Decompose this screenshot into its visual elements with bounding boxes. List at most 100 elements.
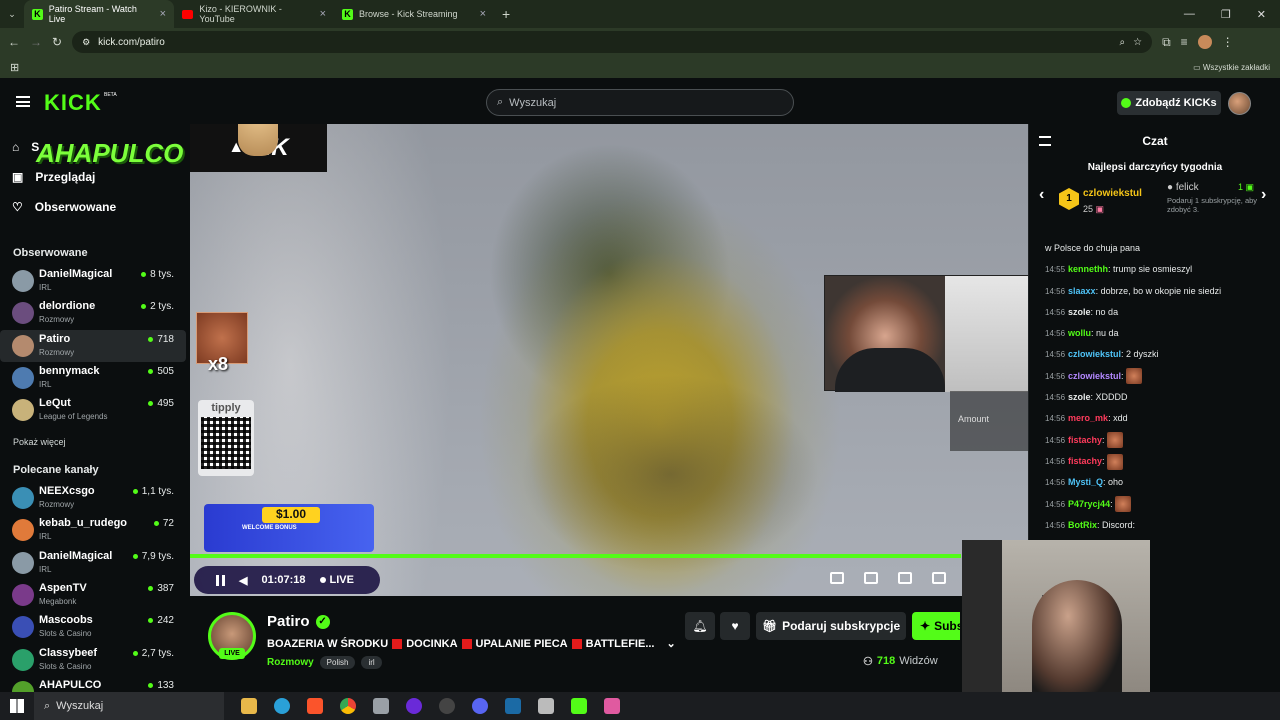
brave-icon[interactable]	[307, 698, 323, 714]
collapse-chat-icon[interactable]	[1039, 136, 1051, 146]
apps-grid-icon[interactable]: ⊞	[10, 61, 19, 74]
chevron-right-icon[interactable]: ›	[1261, 186, 1266, 204]
clip-icon[interactable]	[830, 572, 844, 584]
tab-browse-kick[interactable]: K Browse - Kick Streaming ×	[334, 0, 494, 28]
volume-icon[interactable]: ◀	[239, 574, 247, 587]
url-field[interactable]: ⚙ kick.com/patiro ⌕ ☆	[72, 31, 1153, 53]
bookmark-star-icon[interactable]: ☆	[1133, 37, 1142, 48]
viewer-count: 718	[148, 334, 174, 345]
chat-username[interactable]: fistachy	[1068, 435, 1102, 445]
chevron-left-icon[interactable]: ‹	[1039, 186, 1044, 204]
discord-icon[interactable]	[472, 698, 488, 714]
chevron-down-icon[interactable]: ⌄	[667, 637, 676, 650]
edge-icon[interactable]	[274, 698, 290, 714]
windows-start-icon[interactable]	[10, 699, 24, 713]
tag-polish[interactable]: Polish	[319, 656, 356, 669]
tab-youtube[interactable]: Kizo - KIEROWNIK - YouTube ×	[174, 0, 334, 28]
chat-message: 14:56 szole: XDDDD	[1045, 387, 1277, 408]
theater-mode-icon[interactable]	[898, 572, 912, 584]
kick-app-icon[interactable]	[571, 698, 587, 714]
gifter-name[interactable]: ● felick	[1167, 182, 1199, 193]
media-icon[interactable]: ≡	[1181, 35, 1188, 49]
menu-icon[interactable]: ⋮	[1222, 35, 1234, 49]
settings-icon[interactable]	[864, 572, 878, 584]
chrome-icon[interactable]	[340, 698, 356, 714]
obs-icon[interactable]	[406, 698, 422, 714]
kick-logo[interactable]: KICK	[44, 90, 102, 116]
sidebar-channel-danielmagical[interactable]: DanielMagical IRL 7,9 tys.	[0, 547, 186, 579]
chat-timestamp: 14:56	[1045, 307, 1066, 317]
app-icon[interactable]	[604, 698, 620, 714]
get-kicks-button[interactable]: Zdobądź KICKs	[1117, 91, 1221, 115]
chat-username[interactable]: slaaxx	[1068, 286, 1096, 296]
chat-username[interactable]: wollu	[1068, 328, 1091, 338]
sidebar-channel-aspentv[interactable]: AspenTV Megabonk 387	[0, 579, 186, 611]
chat-username[interactable]: fistachy	[1068, 456, 1102, 466]
chat-username[interactable]: czlowiekstul	[1068, 371, 1121, 381]
streamer-name[interactable]: Patiro ✓	[267, 613, 330, 630]
chat-username[interactable]: kennethh	[1068, 264, 1108, 274]
user-avatar[interactable]	[1228, 92, 1251, 115]
forward-icon[interactable]: →	[30, 35, 42, 49]
chat-username[interactable]: szole	[1068, 307, 1091, 317]
tipply-label: tipply	[211, 402, 241, 414]
channel-category: IRL	[39, 532, 52, 542]
site-info-icon[interactable]: ⚙	[82, 37, 90, 48]
sidebar-channel-mascoobs[interactable]: Mascoobs Slots & Casino 242	[0, 611, 186, 643]
sidebar-channel-kebab_u_rudego[interactable]: kebab_u_rudego IRL 72	[0, 514, 186, 546]
subscribe-button[interactable]: ✦ Subs	[912, 612, 960, 640]
restore-icon[interactable]: ❐	[1221, 8, 1231, 21]
close-window-icon[interactable]: ✕	[1257, 8, 1266, 21]
video-progress-bar[interactable]	[190, 554, 961, 558]
chat-username[interactable]: szole	[1068, 392, 1091, 402]
sidebar-nav-following[interactable]: ♡ Obserwowane	[12, 200, 116, 214]
gifter-name[interactable]: czlowiekstul	[1083, 188, 1142, 199]
sidebar-channel-bennymack[interactable]: bennymack IRL 505	[0, 362, 186, 394]
tag-irl[interactable]: irl	[361, 656, 382, 669]
chat-username[interactable]: Mysti_Q	[1068, 477, 1103, 487]
follow-button[interactable]: ♥	[720, 612, 750, 640]
close-icon[interactable]: ×	[160, 8, 166, 20]
profile-avatar[interactable]	[1197, 35, 1212, 49]
file-explorer-icon[interactable]	[241, 698, 257, 714]
top-gifters-title: Najlepsi darczyńcy tygodnia	[1087, 162, 1223, 173]
sidebar-channel-classybeef[interactable]: Classybeef Slots & Casino 2,7 tys.	[0, 644, 186, 676]
back-icon[interactable]: ←	[8, 35, 20, 49]
chat-username[interactable]: BotRix	[1068, 520, 1097, 530]
sidebar-nav-browse[interactable]: ▣ Przeglądaj	[12, 170, 95, 184]
all-bookmarks[interactable]: ▭ Wszystkie zakładki	[1193, 63, 1270, 72]
notifications-button[interactable]: 🔔︎	[685, 612, 715, 640]
new-tab-button[interactable]: +	[494, 0, 518, 28]
chat-username[interactable]: P47rycj44	[1068, 499, 1110, 509]
category-link[interactable]: Rozmowy	[267, 657, 314, 668]
search-input[interactable]: ⌕ Wyszukaj	[486, 89, 794, 116]
extensions-icon[interactable]: ⧉	[1162, 35, 1171, 50]
sidebar-channel-lequt[interactable]: LeQut League of Legends 495	[0, 394, 186, 426]
chat-username[interactable]: czlowiekstul	[1068, 349, 1121, 359]
app-icon[interactable]	[538, 698, 554, 714]
minimize-icon[interactable]: —	[1184, 8, 1195, 21]
steam-icon[interactable]	[505, 698, 521, 714]
sidebar-channel-neexcsgo[interactable]: NEEXcsgo Rozmowy 1,1 tys.	[0, 482, 186, 514]
chat-username[interactable]: mero_mk	[1068, 413, 1108, 423]
close-icon[interactable]: ×	[480, 8, 486, 20]
tab-patiro[interactable]: K Patiro Stream - Watch Live ×	[24, 0, 174, 28]
zoom-icon[interactable]: ⌕	[1119, 37, 1125, 48]
chat-message: 14:55 kennethh: trump sie osmieszyl	[1045, 259, 1277, 280]
close-icon[interactable]: ×	[320, 8, 326, 20]
pause-icon[interactable]	[216, 574, 225, 586]
show-more-link[interactable]: Pokaż więcej	[13, 437, 66, 447]
sidebar-channel-patiro[interactable]: Patiro Rozmowy 718	[0, 329, 186, 362]
tab-list-button[interactable]: ⌄	[0, 0, 24, 28]
sidebar-channel-danielmagical[interactable]: DanielMagical IRL 8 tys.	[0, 265, 186, 297]
menu-icon[interactable]	[16, 96, 30, 107]
fullscreen-icon[interactable]	[932, 572, 946, 584]
taskbar-search[interactable]: ⌕ Wyszukaj	[34, 692, 224, 720]
gift-subs-button[interactable]: 🎁︎ Podaruj subskrypcje	[756, 612, 906, 640]
sidebar-channel-delordione[interactable]: delordione Rozmowy 2 tys.	[0, 297, 186, 329]
video-player[interactable]: ▲ ZIK x8 tipply $1.00 WELCOME BONUS Amou…	[190, 124, 1028, 596]
reload-icon[interactable]: ↻	[52, 35, 62, 49]
app-icon[interactable]	[439, 698, 455, 714]
gift-icon: ▣	[1095, 204, 1105, 214]
app-icon[interactable]	[373, 698, 389, 714]
